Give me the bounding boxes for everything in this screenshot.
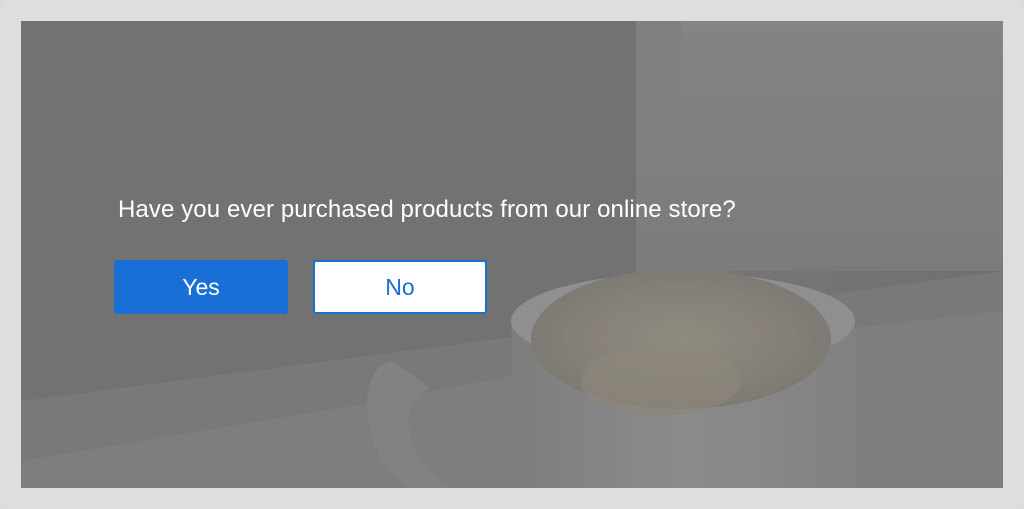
outer-frame: Have you ever purchased products from ou… xyxy=(0,0,1024,509)
no-button[interactable]: No xyxy=(313,260,487,314)
image-dim-overlay xyxy=(21,21,1003,488)
yes-button[interactable]: Yes xyxy=(114,260,288,314)
survey-card: Have you ever purchased products from ou… xyxy=(21,21,1003,488)
survey-question: Have you ever purchased products from ou… xyxy=(118,196,736,223)
